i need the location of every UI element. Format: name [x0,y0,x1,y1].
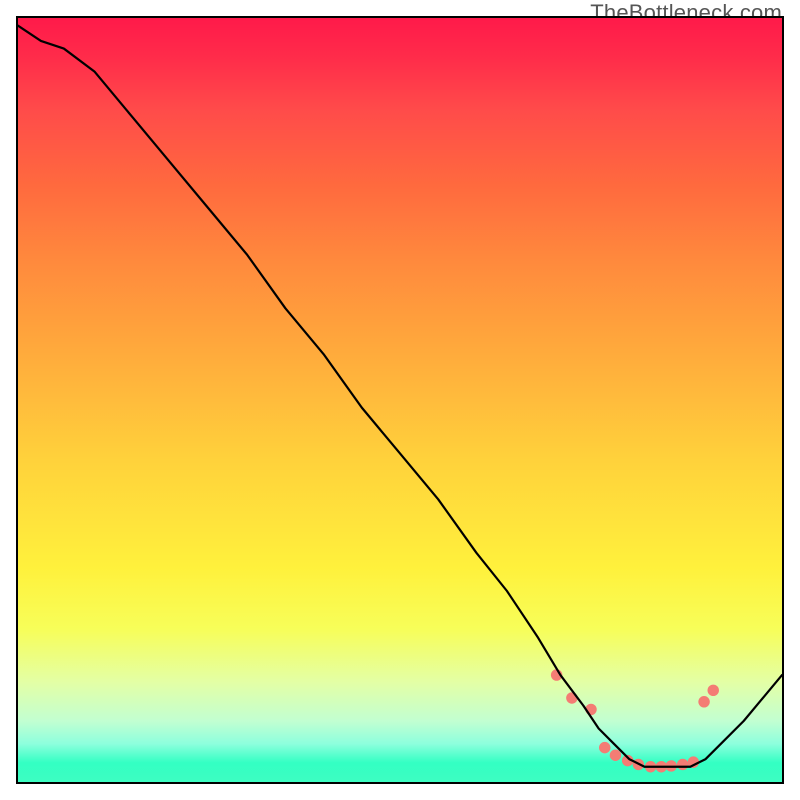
data-marker-dot [708,685,719,696]
data-marker-dot [610,750,621,761]
data-marker-dot [698,696,709,707]
chart-plot-area [16,16,784,784]
chart-svg-overlay [18,18,782,782]
bottleneck-curve-line [18,26,782,767]
data-markers-group [551,669,719,772]
data-marker-dot [677,759,688,770]
chart-container: TheBottleneck.com [0,0,800,800]
data-marker-dot [599,742,610,753]
